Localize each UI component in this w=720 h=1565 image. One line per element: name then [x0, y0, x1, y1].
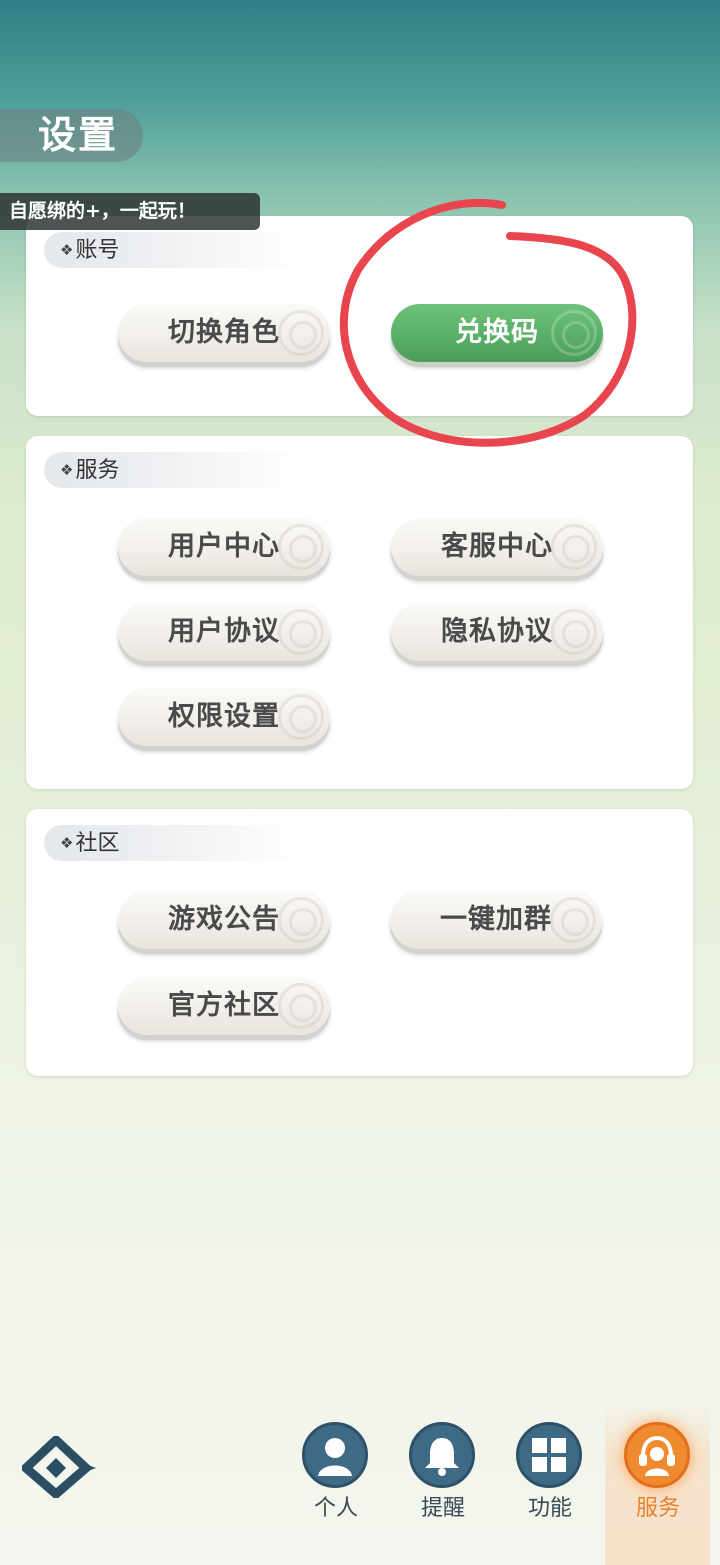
button-label: 用户协议: [168, 616, 280, 647]
permission-settings-button[interactable]: 权限设置: [118, 688, 330, 746]
scrolling-announcement: ，自愿绑的+，一起玩！: [0, 193, 260, 230]
join-group-button[interactable]: 一键加群: [390, 891, 602, 949]
official-community-button[interactable]: 官方社区: [118, 977, 330, 1035]
nav-item-service[interactable]: 服务: [608, 1416, 708, 1528]
game-logo-icon: [22, 1436, 96, 1498]
nav-label: 个人: [313, 1496, 358, 1521]
button-label: 客服中心: [441, 531, 553, 562]
nav-item-features[interactable]: 功能: [500, 1416, 600, 1528]
nav-item-reminder[interactable]: 提醒: [393, 1416, 493, 1528]
section-header-community: ❖社区: [44, 825, 304, 861]
button-label: 游戏公告: [168, 904, 280, 935]
grid-icon: [532, 1438, 566, 1472]
diamond-bullet-icon: ❖: [60, 241, 74, 259]
nav-item-personal[interactable]: 个人: [286, 1416, 386, 1528]
section-header-service: ❖服务: [44, 452, 304, 488]
diamond-bullet-icon: ❖: [60, 834, 74, 852]
service-section: ❖服务 用户中心 客服中心 用户协议 隐私协议 权限设置: [26, 436, 693, 789]
section-header-account: ❖账号: [44, 232, 304, 268]
headset-icon: [639, 1435, 675, 1476]
game-announcement-button[interactable]: 游戏公告: [118, 891, 330, 949]
section-title: 社区: [75, 831, 120, 856]
nav-icon-ring: [624, 1422, 690, 1488]
bell-icon: [425, 1438, 459, 1476]
button-label: 隐私协议: [441, 616, 553, 647]
redeem-code-button[interactable]: 兑换码: [391, 304, 603, 362]
button-label: 用户中心: [168, 531, 280, 562]
customer-service-button[interactable]: 客服中心: [391, 518, 603, 576]
nav-label: 服务: [635, 1496, 680, 1521]
privacy-agreement-button[interactable]: 隐私协议: [391, 603, 603, 661]
button-label: 兑换码: [455, 317, 539, 348]
section-title: 账号: [75, 238, 120, 263]
button-label: 切换角色: [168, 317, 280, 348]
nav-label: 功能: [527, 1496, 572, 1521]
button-label: 权限设置: [168, 701, 280, 732]
bottom-nav: 个人 提醒 功能 服务: [0, 1400, 720, 1565]
account-section: ❖账号 切换角色 兑换码: [26, 216, 693, 416]
nav-icon-ring: [409, 1422, 475, 1488]
button-label: 官方社区: [168, 990, 280, 1021]
user-center-button[interactable]: 用户中心: [118, 518, 330, 576]
announcement-text: ，自愿绑的+，一起玩！: [0, 200, 196, 222]
diamond-bullet-icon: ❖: [60, 461, 74, 479]
person-icon: [318, 1438, 352, 1476]
button-label: 一键加群: [440, 904, 552, 935]
switch-role-button[interactable]: 切换角色: [118, 304, 330, 362]
user-agreement-button[interactable]: 用户协议: [118, 603, 330, 661]
nav-icon-ring: [302, 1422, 368, 1488]
page-title: 设置: [0, 109, 143, 162]
section-title: 服务: [75, 458, 120, 483]
community-section: ❖社区 游戏公告 一键加群 官方社区: [26, 809, 693, 1076]
nav-label: 提醒: [420, 1496, 465, 1521]
nav-icon-ring: [516, 1422, 582, 1488]
